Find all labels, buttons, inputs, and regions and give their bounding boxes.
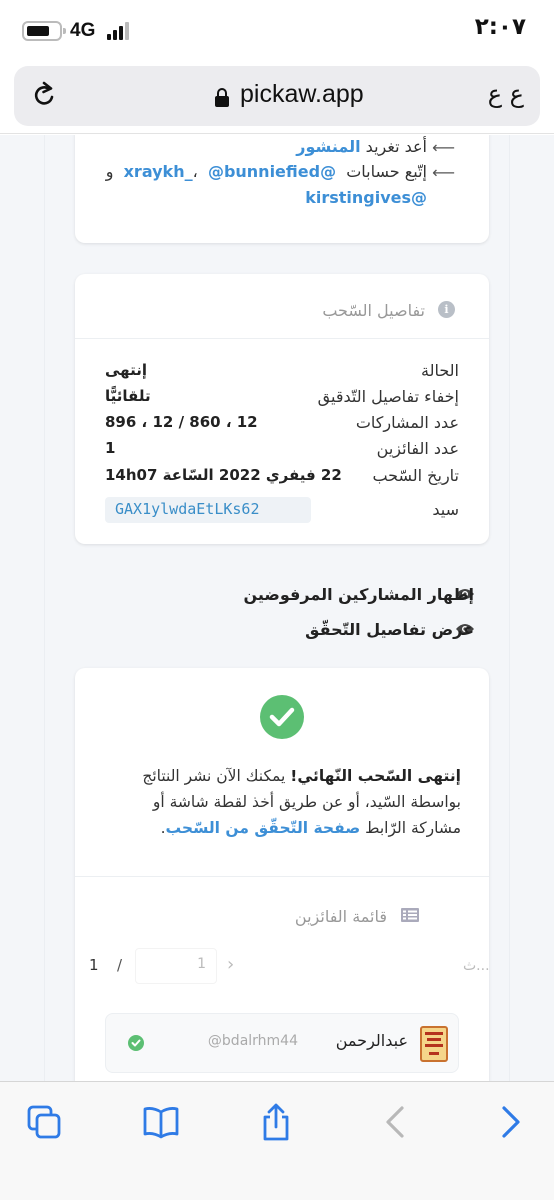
- results-card: إنتهى السّحب النّهائي! يمكنك الآن نشر ال…: [75, 668, 490, 1081]
- info-icon: i: [438, 301, 455, 318]
- url-text[interactable]: pickaw.app: [240, 80, 364, 109]
- status-bar: 4G ٢:٠٧: [0, 0, 554, 58]
- lock-icon: [215, 88, 229, 107]
- handle-link-3[interactable]: @kirstingives: [305, 188, 427, 207]
- winners-count-value: 1: [105, 439, 116, 457]
- winner-handle[interactable]: @bdalrhm44: [208, 1033, 298, 1049]
- seed-value[interactable]: GAX1ylwdaEtLKs62: [105, 497, 311, 523]
- list-icon: [401, 908, 419, 922]
- follow-instruction: إتّبع حسابات @xraykh_، @bunniefied و: [105, 162, 427, 181]
- text-size-button[interactable]: ع ع: [488, 80, 524, 108]
- winners-count-label: عدد الفائزين: [376, 439, 459, 458]
- divider: [75, 338, 489, 339]
- back-icon[interactable]: [376, 1102, 416, 1142]
- pager-separator: /: [117, 956, 123, 974]
- forward-icon[interactable]: [490, 1102, 530, 1142]
- instructions-card: ⟵ أعد تغريد المنشور ⟵ إتّبع حسابات @xray…: [75, 135, 489, 243]
- winner-row[interactable]: عبدالرحمن @bdalrhm44: [105, 1013, 459, 1073]
- retweet-instruction: أعد تغريد المنشور: [296, 137, 427, 156]
- share-icon[interactable]: [256, 1102, 296, 1142]
- arrow-icon: ⟵: [432, 163, 455, 182]
- check-circle-icon: [260, 695, 304, 739]
- show-rejected-toggle[interactable]: إظهار المشاركين المرفوضين: [244, 585, 475, 604]
- hide-audit-value: تلقائيًّا: [105, 387, 151, 405]
- hide-audit-label: إخفاء تفاصيل التّدقيق: [317, 387, 459, 406]
- reload-icon[interactable]: [28, 80, 60, 112]
- winners-list-title: قائمة الفائزين: [294, 907, 387, 926]
- browser-toolbar: [0, 1081, 554, 1200]
- draw-date-label: تاريخ السّحب: [372, 466, 459, 485]
- battery-icon: [22, 21, 66, 41]
- arrow-icon: ⟵: [432, 138, 455, 157]
- status-value: إنتهى: [105, 361, 147, 379]
- entries-value: 12 ، 860 / 12 ، 896: [105, 413, 258, 431]
- seed-label: سيد: [432, 500, 459, 519]
- clock: ٢:٠٧: [474, 14, 526, 40]
- handle-link-2[interactable]: @bunniefied: [208, 162, 320, 181]
- verification-page-link[interactable]: صفحة التّحقّق من السّحب: [166, 819, 361, 837]
- draw-details-title: تفاصيل السّحب: [322, 301, 425, 320]
- tabs-icon[interactable]: [24, 1102, 64, 1142]
- status-label: الحالة: [421, 361, 459, 380]
- divider: [75, 876, 489, 877]
- signal-icon: [107, 22, 133, 40]
- avatar: [420, 1026, 448, 1062]
- pager-total: 1: [89, 956, 99, 974]
- post-link[interactable]: المنشور: [296, 137, 360, 156]
- search-input[interactable]: ...ث: [463, 958, 490, 974]
- bookmarks-icon[interactable]: [141, 1102, 181, 1142]
- follow-instruction-cont: @kirstingives: [305, 188, 427, 207]
- address-bar[interactable]: pickaw.app ع ع: [14, 66, 540, 126]
- winner-name: عبدالرحمن: [335, 1031, 408, 1050]
- page-input[interactable]: 1: [135, 948, 217, 984]
- show-verification-toggle[interactable]: عرض تفاصيل التّحقّق: [305, 620, 474, 639]
- chevron-right-icon[interactable]: ›: [227, 954, 234, 975]
- network-type: 4G: [70, 20, 96, 41]
- final-message: إنتهى السّحب النّهائي! يمكنك الآن نشر ال…: [142, 767, 461, 837]
- web-page: ⟵ أعد تغريد المنشور ⟵ إتّبع حسابات @xray…: [0, 135, 554, 1081]
- draw-details-card: i تفاصيل السّحب الحالة إنتهى إخفاء تفاصي…: [75, 274, 489, 544]
- entries-label: عدد المشاركات: [355, 413, 459, 432]
- browser-header: pickaw.app ع ع: [0, 58, 554, 134]
- final-message-title: إنتهى السّحب النّهائي!: [290, 767, 461, 785]
- verified-icon: [128, 1035, 144, 1051]
- draw-date-value: 22 فيفري 2022 السّاعة 14h07: [105, 466, 342, 484]
